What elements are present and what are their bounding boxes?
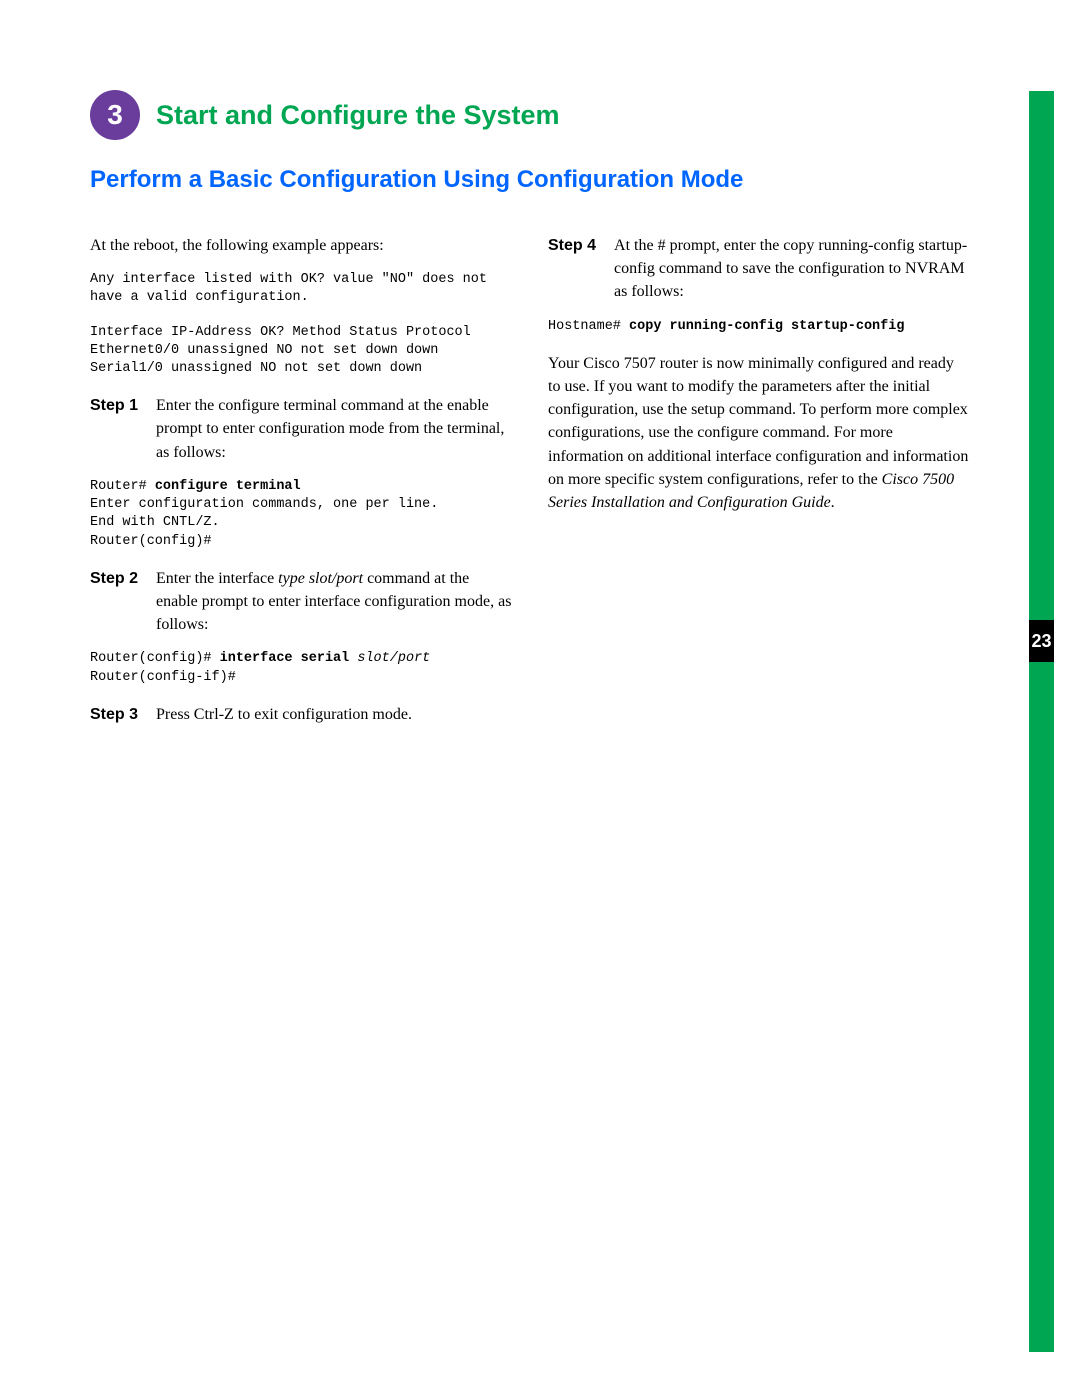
step-1-label: Step 1	[90, 394, 138, 464]
step-2: Step 2 Enter the interface type slot/por…	[90, 567, 512, 637]
page: 23 3 Start and Configure the System Perf…	[0, 0, 1080, 1397]
code-block-intro-1: Any interface listed with OK? value "NO"…	[90, 271, 512, 307]
code-prompt: Router#	[90, 479, 155, 494]
closing-paragraph: Your Cisco 7507 router is now minimally …	[548, 352, 970, 514]
column-left: At the reboot, the following example app…	[90, 234, 512, 740]
code-arg: slot/port	[357, 651, 430, 666]
code-command: copy running-config startup-config	[629, 319, 904, 334]
step-4: Step 4 At the # prompt, enter the copy r…	[548, 234, 970, 304]
step-4-body: At the # prompt, enter the copy running-…	[614, 234, 970, 304]
code-prompt: Hostname#	[548, 319, 629, 334]
code-output: Enter configuration commands, one per li…	[90, 497, 438, 548]
code-prompt: Router(config)#	[90, 651, 220, 666]
chapter-number-badge: 3	[90, 90, 140, 140]
step-3: Step 3 Press Ctrl-Z to exit configuratio…	[90, 703, 512, 726]
code-block-intro-2: Interface IP-Address OK? Method Status P…	[90, 324, 512, 379]
step-4-label: Step 4	[548, 234, 596, 304]
intro-text: At the reboot, the following example app…	[90, 234, 512, 257]
code-block-step1: Router# configure terminal Enter configu…	[90, 478, 512, 551]
step-2-text-italic: type slot/port	[278, 570, 363, 587]
page-number-badge: 23	[1029, 620, 1054, 662]
column-right: Step 4 At the # prompt, enter the copy r…	[548, 234, 970, 740]
sidebar-green-stripe	[1029, 91, 1054, 1352]
chapter-title: Start and Configure the System	[156, 100, 560, 131]
closing-text-b: .	[831, 494, 835, 511]
step-2-label: Step 2	[90, 567, 138, 637]
step-1: Step 1 Enter the configure terminal comm…	[90, 394, 512, 464]
content-columns: At the reboot, the following example app…	[90, 234, 970, 740]
step-1-body: Enter the configure terminal command at …	[156, 394, 512, 464]
closing-text-a: Your Cisco 7507 router is now minimally …	[548, 355, 968, 488]
code-command: interface serial	[220, 651, 350, 666]
code-command: configure terminal	[155, 479, 301, 494]
chapter-header: 3 Start and Configure the System	[90, 90, 1020, 140]
step-3-label: Step 3	[90, 703, 138, 726]
step-3-body: Press Ctrl-Z to exit configuration mode.	[156, 703, 512, 726]
code-block-step4: Hostname# copy running-config startup-co…	[548, 318, 970, 336]
code-block-step2: Router(config)# interface serial slot/po…	[90, 650, 512, 686]
step-2-body: Enter the interface type slot/port comma…	[156, 567, 512, 637]
step-2-text-a: Enter the interface	[156, 570, 278, 587]
code-output: Router(config-if)#	[90, 670, 236, 685]
section-title: Perform a Basic Configuration Using Conf…	[90, 166, 1020, 194]
